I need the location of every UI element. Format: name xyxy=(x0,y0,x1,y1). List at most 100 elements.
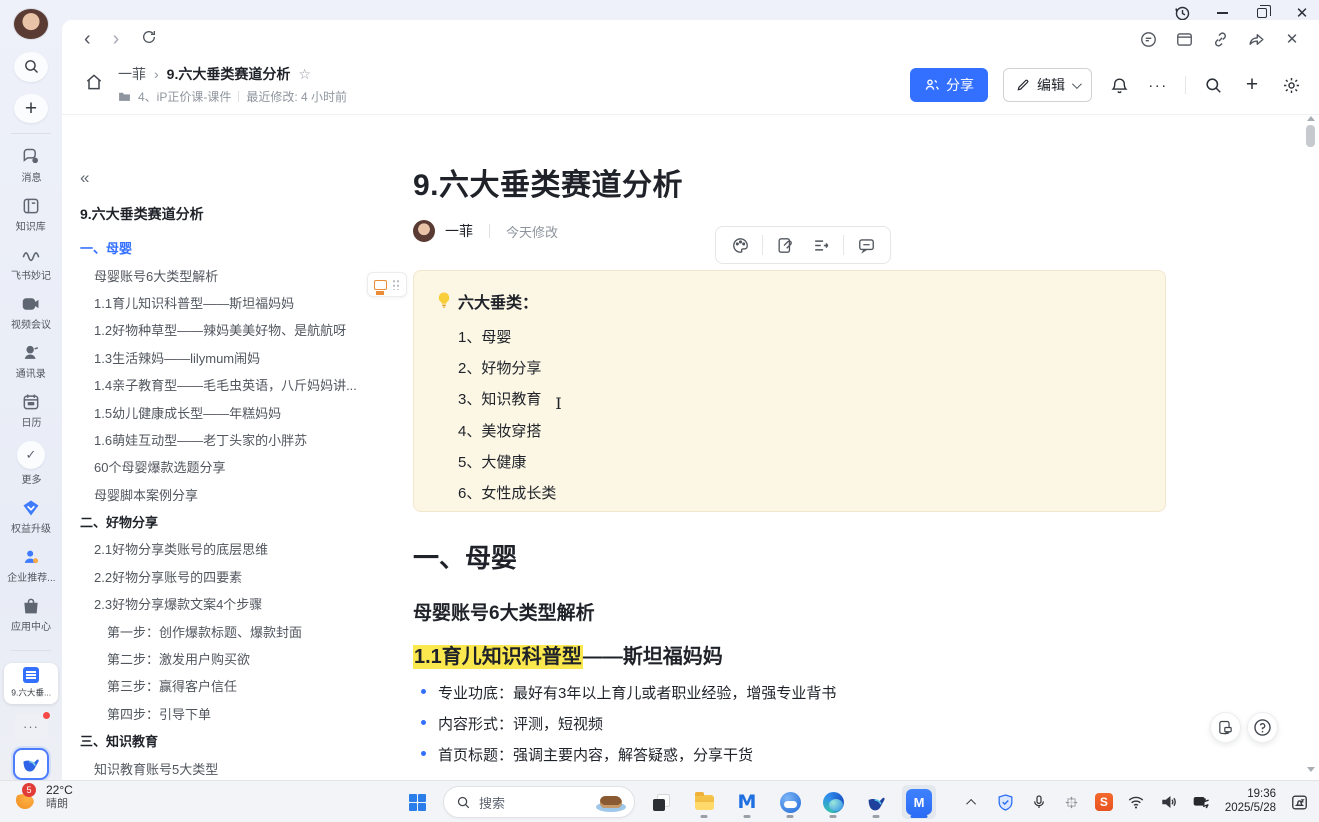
feishu-app-button[interactable] xyxy=(859,785,893,819)
panel-icon[interactable] xyxy=(1173,28,1195,50)
outline-item[interactable]: 1.3生活辣妈——lilymum闹妈 xyxy=(80,344,380,371)
tray-sync-device-icon[interactable] xyxy=(1192,792,1212,812)
outline-item[interactable]: 二、好物分享 xyxy=(80,508,380,535)
active-doc-app-button[interactable]: M xyxy=(902,785,936,819)
sidebar-item-wiki[interactable]: 知识库 xyxy=(1,196,61,234)
sidebar-item-messages[interactable]: 消息 xyxy=(1,147,61,185)
help-button[interactable] xyxy=(1247,712,1278,743)
person-icon xyxy=(21,343,41,363)
file-explorer-button[interactable] xyxy=(687,785,721,819)
start-button[interactable] xyxy=(400,785,434,819)
close-doc-icon[interactable]: ✕ xyxy=(1281,28,1303,50)
sidebar-item-upgrade[interactable]: 权益升级 xyxy=(1,498,61,536)
settings-gear-icon[interactable] xyxy=(1279,73,1303,97)
callout-block[interactable]: 六大垂类： 1、母婴 2、好物分享 3、知识教育I 4、美妆穿搭 5、大健康 6… xyxy=(413,270,1166,512)
callout-list-item[interactable]: 2、好物分享 xyxy=(458,352,562,383)
sidebar-item-calendar[interactable]: 日历 xyxy=(1,392,61,430)
outline-item[interactable]: 第四步：引导下单 xyxy=(80,700,380,727)
outline-item[interactable]: 1.2好物种草型——辣妈美美好物、是航航呀 xyxy=(80,316,380,343)
callout-heading[interactable]: 六大垂类： xyxy=(458,289,538,313)
capture-crosshair-icon[interactable] xyxy=(1062,792,1082,812)
microphone-icon[interactable] xyxy=(1029,792,1049,812)
mail-button[interactable]: M xyxy=(730,785,764,819)
outline-item[interactable]: 2.3好物分享爆款文案4个步骤 xyxy=(80,590,380,617)
callout-list-item[interactable]: 5、大健康 xyxy=(458,446,562,477)
task-view-button[interactable] xyxy=(644,785,678,819)
outline-item[interactable]: 第三步：赢得客户信任 xyxy=(80,672,380,699)
bullet-item[interactable]: 首页标题：强调主要内容，解答疑惑，分享干货 xyxy=(413,744,1166,765)
block-drag-handle[interactable] xyxy=(367,272,407,297)
back-button[interactable]: ‹ xyxy=(82,29,93,49)
scroll-up-arrow[interactable] xyxy=(1307,116,1315,121)
outline-item[interactable]: 1.6萌娃互动型——老丁头家的小胖苏 xyxy=(80,426,380,453)
sidebar-item-referral[interactable]: 企业推荐... xyxy=(1,547,61,585)
favorite-star-icon[interactable]: ☆ xyxy=(298,66,311,83)
tab-overflow-button[interactable]: ··· xyxy=(14,714,48,740)
outline-item[interactable]: 一、母婴 xyxy=(80,234,380,261)
outline-doc-title[interactable]: 9.六大垂类赛道分析 xyxy=(80,204,380,224)
home-icon[interactable] xyxy=(84,72,104,97)
sidebar-item-minutes[interactable]: 飞书妙记 xyxy=(1,245,61,283)
outline-item[interactable]: 2.1好物分享类账号的底层思维 xyxy=(80,535,380,562)
tray-chevron-up[interactable] xyxy=(963,792,983,812)
security-shield-icon[interactable] xyxy=(996,792,1016,812)
sidebar-item-contacts[interactable]: 通讯录 xyxy=(1,343,61,381)
notification-center-icon[interactable] xyxy=(1289,792,1309,812)
forward-button[interactable]: › xyxy=(111,29,122,49)
volume-icon[interactable] xyxy=(1159,792,1179,812)
new-tab-plus-icon[interactable]: + xyxy=(1240,73,1264,97)
author-name[interactable]: 一菲 xyxy=(445,221,473,241)
outline-item[interactable]: 60个母婴爆款选题分享 xyxy=(80,453,380,480)
search-button[interactable] xyxy=(14,52,48,82)
author-avatar[interactable] xyxy=(413,220,435,242)
scroll-down-arrow[interactable] xyxy=(1307,767,1315,772)
feishu-logo[interactable] xyxy=(13,748,49,780)
heading-1-1[interactable]: 1.1育儿知识科普型——斯坦福妈妈 xyxy=(413,640,723,669)
copy-link-icon[interactable] xyxy=(1209,28,1231,50)
doc-title[interactable]: 9.六大垂类赛道分析 xyxy=(413,160,683,204)
edge-browser-button[interactable] xyxy=(816,785,850,819)
outline-toggle-icon[interactable] xyxy=(803,230,839,260)
bullet-item[interactable]: 内容形式：评测，短视频 xyxy=(413,713,1166,734)
callout-list-item[interactable]: 3、知识教育I xyxy=(458,383,562,414)
heading-account-types[interactable]: 母婴账号6大类型解析 xyxy=(413,598,595,625)
outline-item[interactable]: 1.4亲子教育型——毛毛虫英语，八斤妈妈讲... xyxy=(80,371,380,398)
feedback-button[interactable] xyxy=(1210,712,1241,743)
collapse-outline-icon[interactable]: « xyxy=(80,168,380,188)
outline-item[interactable]: 三、知识教育 xyxy=(80,727,380,754)
sidebar-item-more[interactable]: ✓ 更多 xyxy=(1,441,61,487)
theme-palette-icon[interactable] xyxy=(722,230,758,260)
open-doc-tab[interactable]: 9.六大垂... xyxy=(4,663,58,703)
doc-link-icon[interactable] xyxy=(767,230,803,260)
comment-icon[interactable] xyxy=(848,230,884,260)
outline-item[interactable]: 1.5幼儿健康成长型——年糕妈妈 xyxy=(80,398,380,425)
outline-item[interactable]: 母婴账号6大类型解析 xyxy=(80,261,380,288)
outline-item[interactable]: 第二步：激发用户购买欲 xyxy=(80,645,380,672)
user-avatar[interactable] xyxy=(13,8,49,40)
heading-muying[interactable]: 一、母婴 xyxy=(413,538,517,575)
wifi-icon[interactable] xyxy=(1126,792,1146,812)
weather-app-button[interactable] xyxy=(773,785,807,819)
outline-item[interactable]: 知识教育账号5大类型 xyxy=(80,754,380,781)
sogou-ime-icon[interactable]: S xyxy=(1095,793,1113,811)
folder-name[interactable]: 4、iP正价课-课件 xyxy=(138,88,231,105)
sidebar-item-appcenter[interactable]: 应用中心 xyxy=(1,596,61,634)
outline-item[interactable]: 第一步：创作爆款标题、爆款封面 xyxy=(80,617,380,644)
create-button[interactable]: + xyxy=(14,94,48,124)
weather-widget[interactable]: 5 22°C 晴朗 xyxy=(14,784,73,810)
outline-item[interactable]: 2.2好物分享账号的四要素 xyxy=(80,563,380,590)
outline-item[interactable]: 母婴脚本案例分享 xyxy=(80,481,380,508)
callout-list-item[interactable]: 6、女性成长类 xyxy=(458,477,562,508)
outline-item[interactable]: 1.1育儿知识科普型——斯坦福妈妈 xyxy=(80,289,380,316)
breadcrumb-workspace[interactable]: 一菲 xyxy=(118,64,146,84)
clock-widget[interactable]: 19:36 2025/5/28 xyxy=(1225,788,1276,816)
bullet-item[interactable]: 专业功底：最好有3年以上育儿或者职业经验，增强专业背书 xyxy=(413,682,1166,703)
refresh-button[interactable] xyxy=(139,29,159,49)
scrollbar-thumb[interactable] xyxy=(1306,125,1315,147)
sidebar-item-meetings[interactable]: 视频会议 xyxy=(1,294,61,332)
taskbar-search[interactable]: 搜索 xyxy=(443,786,635,818)
share-forward-icon[interactable] xyxy=(1245,28,1267,50)
global-search-icon[interactable] xyxy=(1201,73,1225,97)
callout-list-item[interactable]: 1、母婴 xyxy=(458,321,562,352)
callout-list-item[interactable]: 4、美妆穿搭 xyxy=(458,415,562,446)
